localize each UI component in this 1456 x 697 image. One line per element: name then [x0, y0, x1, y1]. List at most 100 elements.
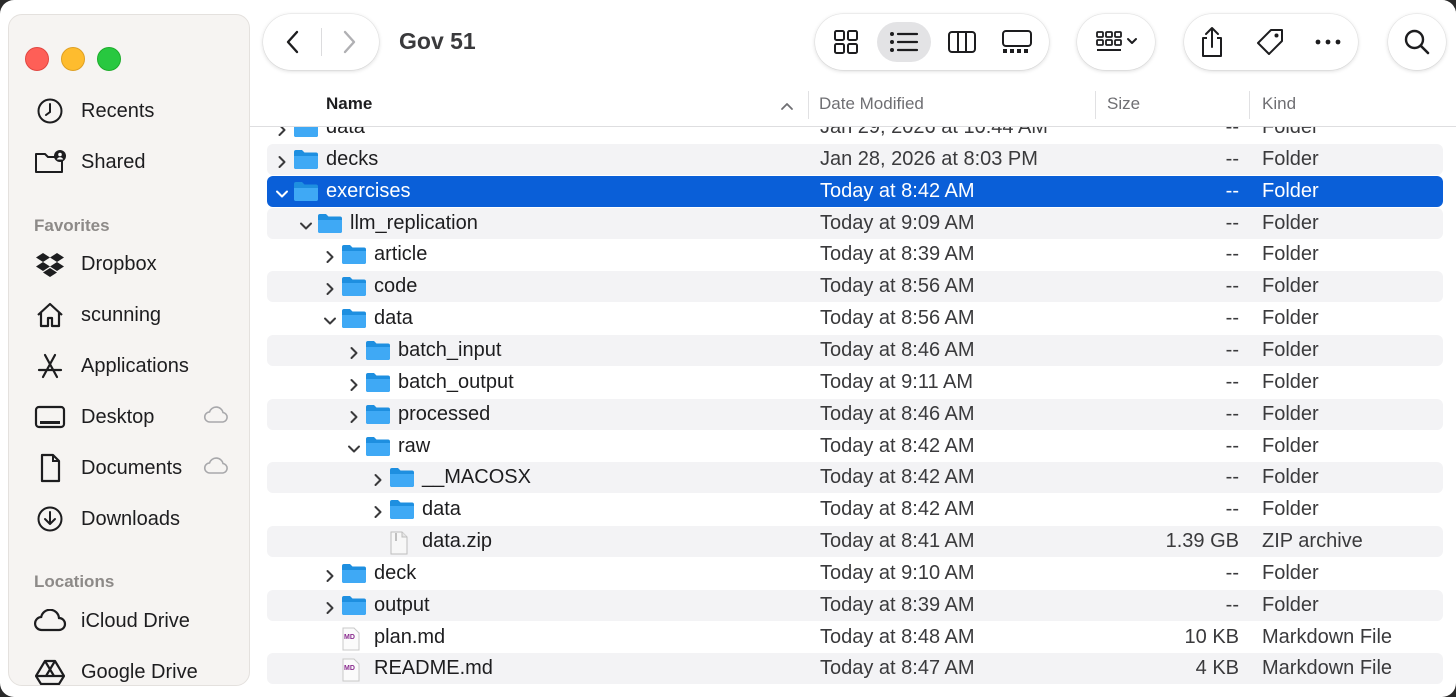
markdown-file-icon: MD	[341, 658, 361, 688]
disclosure-collapsed-icon[interactable]	[347, 407, 361, 423]
folder-icon	[365, 436, 391, 463]
close-window-button[interactable]	[25, 47, 49, 71]
ellipsis-icon	[1315, 39, 1341, 45]
share-button[interactable]	[1192, 22, 1232, 62]
sidebar-item-dropbox[interactable]: Dropbox	[33, 247, 243, 281]
disclosure-collapsed-icon[interactable]	[347, 375, 361, 391]
sidebar-item-home[interactable]: scunning	[33, 298, 243, 332]
column-header-name[interactable]: Name	[326, 94, 372, 114]
file-size: --	[1225, 370, 1239, 393]
disclosure-expanded-icon[interactable]	[299, 216, 313, 230]
sidebar-item-label: iCloud Drive	[81, 609, 190, 632]
file-size: --	[1225, 498, 1239, 521]
applications-icon	[33, 351, 67, 381]
folder-icon	[389, 499, 415, 526]
sidebar-item-label: Downloads	[81, 507, 180, 530]
disclosure-expanded-icon[interactable]	[275, 184, 289, 198]
column-header-date[interactable]: Date Modified	[819, 94, 924, 114]
zoom-window-button[interactable]	[97, 47, 121, 71]
sidebar-item-label: Shared	[81, 150, 146, 173]
disclosure-collapsed-icon[interactable]	[323, 598, 337, 614]
back-button[interactable]	[273, 22, 313, 62]
table-row[interactable]: deck Today at 9:10 AM -- Folder	[267, 558, 1443, 589]
sidebar-item-documents[interactable]: Documents	[33, 451, 243, 485]
minimize-window-button[interactable]	[61, 47, 85, 71]
disclosure-collapsed-icon[interactable]	[323, 279, 337, 296]
disclosure-collapsed-icon[interactable]	[371, 502, 385, 519]
folder-icon	[389, 467, 415, 494]
sidebar-item-downloads[interactable]: Downloads	[33, 502, 243, 536]
disclosure-collapsed-icon[interactable]	[371, 470, 385, 487]
dropbox-icon	[33, 249, 67, 279]
sidebar-item-applications[interactable]: Applications	[33, 349, 243, 383]
column-header-size[interactable]: Size	[1107, 94, 1140, 114]
sidebar: Recents Shared Favorites Dropbox scunnin…	[8, 14, 250, 686]
search-icon	[1404, 29, 1430, 55]
sidebar-item-shared[interactable]: Shared	[33, 145, 243, 179]
more-button[interactable]	[1308, 22, 1348, 62]
table-row[interactable]: decks Jan 28, 2026 at 8:03 PM -- Folder	[267, 143, 1443, 175]
list-view-button[interactable]	[877, 22, 931, 62]
icloud-status-icon	[203, 406, 229, 429]
disclosure-collapsed-icon[interactable]	[347, 343, 361, 359]
table-row[interactable]: data.zip Today at 8:41 AM 1.39 GB ZIP archi…	[267, 526, 1443, 558]
date-modified: Today at 9:09 AM	[820, 211, 975, 234]
table-row[interactable]: batch_input Today at 8:46 AM -- Folder	[267, 334, 1443, 366]
disclosure-expanded-icon[interactable]	[347, 439, 361, 453]
view-mode-group	[815, 14, 1049, 70]
sidebar-item-icloud-drive[interactable]: iCloud Drive	[33, 604, 243, 638]
disclosure-collapsed-icon[interactable]	[323, 566, 337, 582]
sidebar-item-recents[interactable]: Recents	[33, 94, 243, 128]
table-row[interactable]: output Today at 8:39 AM -- Folder	[267, 589, 1443, 621]
column-divider[interactable]	[1095, 91, 1096, 119]
table-row[interactable]: __MACOSX Today at 8:42 AM -- Folder	[267, 462, 1443, 494]
gallery-view-button[interactable]	[993, 22, 1041, 62]
google-drive-icon	[33, 657, 67, 685]
sidebar-item-label: Google Drive	[81, 660, 198, 683]
folder-icon	[365, 404, 391, 431]
desktop-icon	[33, 402, 67, 432]
icloud-icon	[33, 606, 67, 636]
file-size: 10 KB	[1184, 625, 1239, 648]
table-row[interactable]: data Today at 8:42 AM -- Folder	[267, 494, 1443, 525]
file-name: README.md	[374, 657, 493, 680]
date-modified: Today at 8:56 AM	[820, 307, 975, 330]
disclosure-expanded-icon[interactable]	[323, 311, 337, 325]
table-row[interactable]: raw Today at 8:42 AM -- Folder	[267, 431, 1443, 462]
table-row[interactable]: MD README.md Today at 8:47 AM 4 KB Markdown …	[267, 653, 1443, 685]
icon-view-button[interactable]	[823, 22, 869, 62]
date-modified: Today at 9:11 AM	[820, 370, 974, 393]
group-by-button[interactable]	[1077, 14, 1155, 70]
table-row[interactable]: processed Today at 8:46 AM -- Folder	[267, 398, 1443, 431]
table-row[interactable]: llm_replication Today at 9:09 AM -- Folder	[267, 207, 1443, 239]
navigation-group	[263, 14, 379, 70]
file-size: --	[1225, 593, 1239, 616]
column-divider[interactable]	[1249, 91, 1250, 119]
file-size: --	[1225, 179, 1239, 202]
tag-button[interactable]	[1250, 22, 1290, 62]
forward-button[interactable]	[329, 22, 369, 62]
window-title: Gov 51	[399, 28, 476, 54]
column-view-button[interactable]	[939, 22, 985, 62]
sidebar-item-label: Documents	[81, 456, 183, 479]
file-size: --	[1225, 275, 1239, 298]
table-row[interactable]: exercises Today at 8:42 AM -- Folder	[267, 175, 1443, 207]
sidebar-item-desktop[interactable]: Desktop	[33, 400, 243, 434]
folder-icon	[341, 563, 367, 590]
table-row[interactable]: MD plan.md Today at 8:48 AM 10 KB Markdown F…	[267, 622, 1443, 653]
table-row[interactable]: article Today at 8:39 AM -- Folder	[267, 239, 1443, 270]
table-row[interactable]: data Today at 8:56 AM -- Folder	[267, 303, 1443, 334]
table-row[interactable]: code Today at 8:56 AM -- Folder	[267, 271, 1443, 303]
file-kind: Folder	[1262, 370, 1319, 393]
column-header-kind[interactable]: Kind	[1262, 94, 1296, 114]
column-divider[interactable]	[808, 91, 809, 119]
table-row[interactable]: batch_output Today at 9:11 AM -- Folder	[267, 367, 1443, 398]
disclosure-collapsed-icon[interactable]	[275, 152, 289, 168]
disclosure-collapsed-icon[interactable]	[323, 247, 337, 264]
file-kind: Folder	[1262, 307, 1319, 330]
chevron-left-icon	[286, 30, 299, 54]
search-button[interactable]	[1388, 14, 1446, 70]
file-size: --	[1225, 211, 1239, 234]
group-grid-icon	[1096, 31, 1137, 51]
sidebar-item-google-drive[interactable]: Google Drive	[33, 655, 243, 685]
